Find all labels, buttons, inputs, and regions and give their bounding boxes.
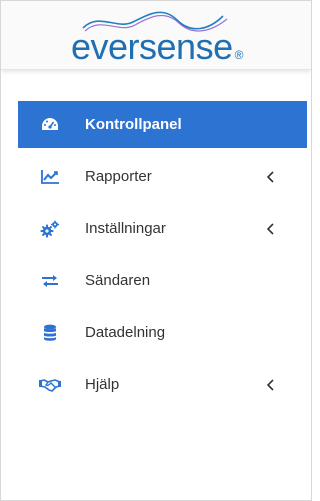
app-window: eversense ® Kontrollpanel Rapporter Inst…	[0, 0, 312, 501]
gears-icon	[38, 219, 62, 239]
chevron-left-icon[interactable]	[263, 170, 277, 184]
sidebar-item-hjalp[interactable]: Hjälp	[18, 361, 307, 408]
sidebar-item-kontrollpanel[interactable]: Kontrollpanel	[18, 101, 307, 148]
dashboard-gauge-icon	[38, 115, 62, 135]
sidebar-item-label: Kontrollpanel	[85, 116, 182, 133]
brand-logo[interactable]: eversense ®	[71, 4, 244, 67]
handshake-icon	[38, 375, 62, 395]
header: eversense ®	[1, 1, 311, 70]
brand-name: eversense	[71, 26, 233, 67]
chevron-left-icon[interactable]	[263, 378, 277, 392]
transfer-arrows-icon	[38, 271, 62, 291]
sidebar-item-rapporter[interactable]: Rapporter	[18, 153, 307, 200]
chevron-left-icon[interactable]	[263, 222, 277, 236]
sidebar-nav: Kontrollpanel Rapporter Inställningar Sä…	[1, 101, 311, 408]
sidebar-item-sandaren[interactable]: Sändaren	[18, 257, 307, 304]
database-icon	[38, 323, 62, 343]
registered-mark: ®	[234, 48, 244, 62]
sidebar-item-label: Sändaren	[85, 272, 151, 289]
sidebar-item-installningar[interactable]: Inställningar	[18, 205, 307, 252]
sidebar-item-label: Datadelning	[85, 324, 166, 341]
sidebar-item-datadelning[interactable]: Datadelning	[18, 309, 307, 356]
line-chart-icon	[38, 167, 62, 187]
